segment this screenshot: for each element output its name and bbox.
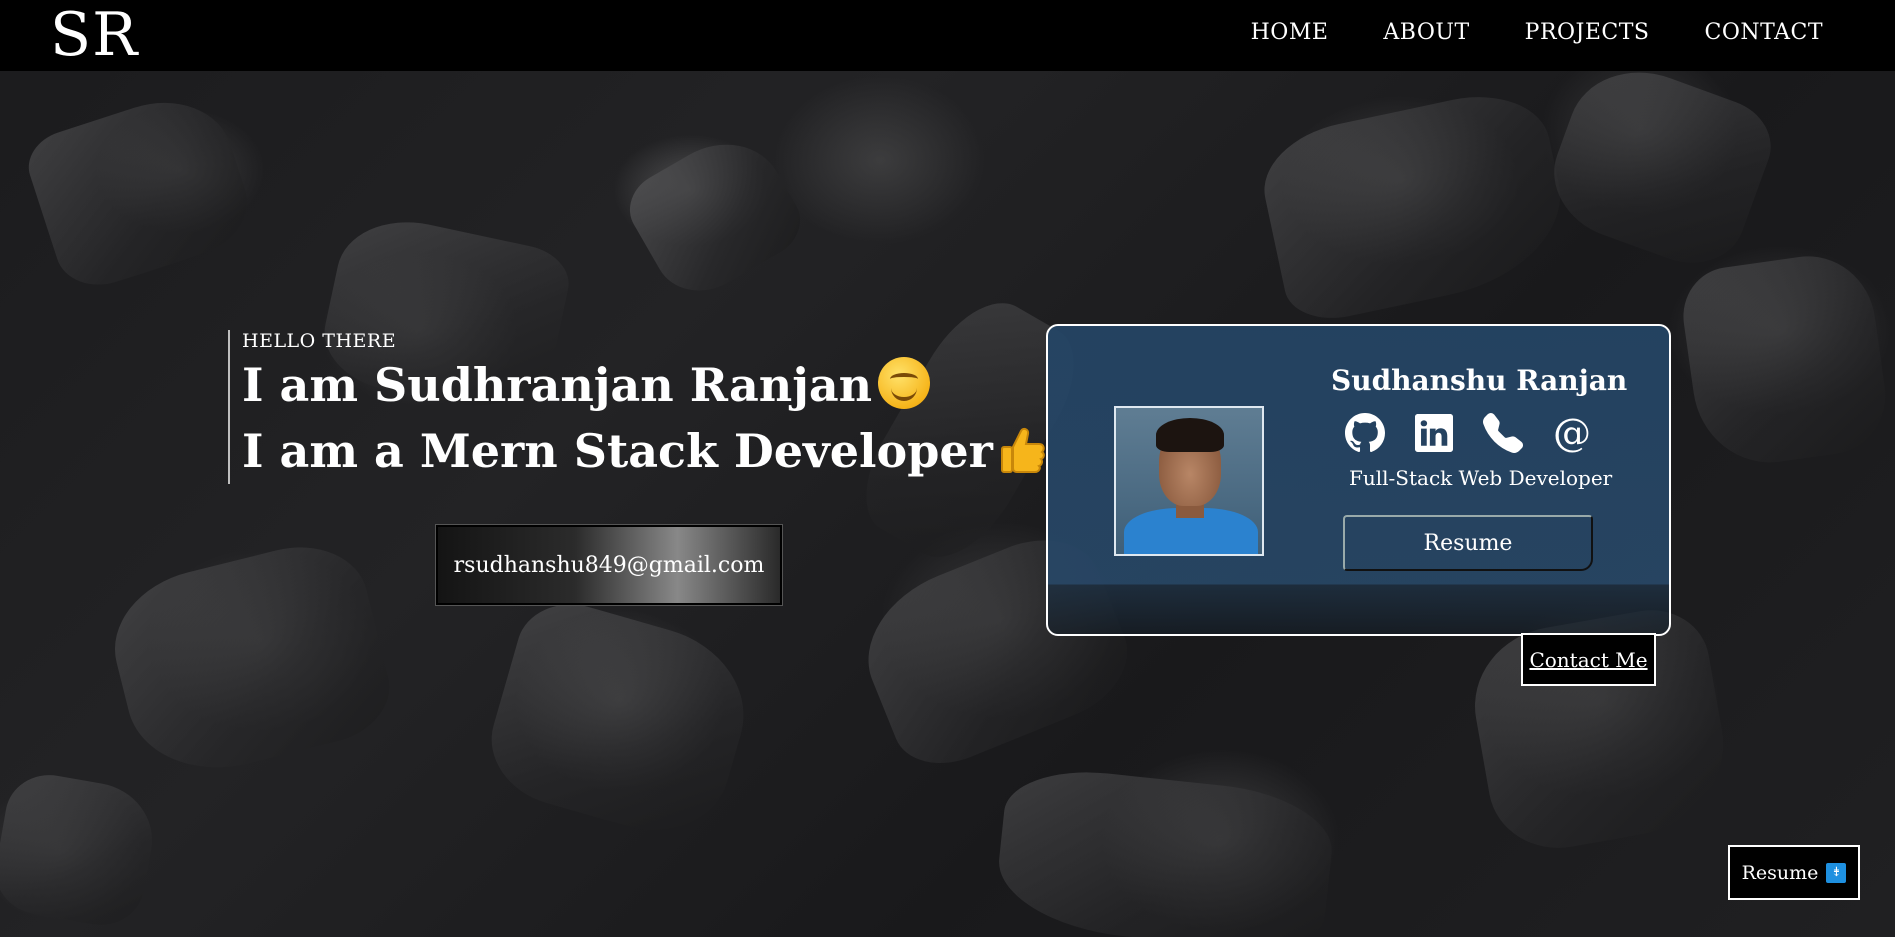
floating-resume-label: Resume [1741,861,1819,884]
headline-text-2: I am a Mern Stack Developer [242,424,993,478]
top-navbar: SR HOME ABOUT PROJECTS CONTACT [0,0,1895,71]
nav-links: HOME ABOUT PROJECTS CONTACT [1251,20,1823,45]
profile-role: Full-Stack Web Developer [1349,466,1613,490]
email-display[interactable]: rsudhanshu849@gmail.com [436,525,782,605]
social-icons: @ [1344,412,1593,454]
greeting-text: HELLO THERE [242,330,397,352]
linkedin-icon[interactable] [1413,412,1455,454]
nav-link-projects[interactable]: PROJECTS [1525,20,1650,45]
at-icon[interactable]: @ [1551,412,1593,454]
phone-icon[interactable] [1482,412,1524,454]
nav-link-home[interactable]: HOME [1251,20,1329,45]
floating-resume-button[interactable]: Resume ⇟ [1728,845,1860,900]
headline-line-2: I am a Mern Stack Developer [242,418,1045,484]
headline-text-1: I am Sudhranjan Ranjan [242,358,873,412]
card-resume-button[interactable]: Resume [1343,515,1593,571]
headline-line-1: I am Sudhranjan Ranjan [242,352,988,418]
github-icon[interactable] [1344,412,1386,454]
nav-link-contact[interactable]: CONTACT [1705,20,1823,45]
nav-link-about[interactable]: ABOUT [1383,20,1469,45]
profile-photo [1114,406,1264,556]
contact-me-button[interactable]: Contact Me [1521,633,1656,686]
download-icon: ⇟ [1826,862,1847,883]
intro-section: HELLO THERE I am Sudhranjan Ranjan I am … [228,330,1045,484]
profile-name: Sudhanshu Ranjan [1331,364,1628,397]
smile-emoji-icon [878,357,931,409]
site-logo[interactable]: SR [50,2,138,68]
profile-card: Sudhanshu Ranjan @ Full-Stack Web Develo… [1046,324,1671,636]
thumbs-up-emoji-icon [999,425,1047,475]
